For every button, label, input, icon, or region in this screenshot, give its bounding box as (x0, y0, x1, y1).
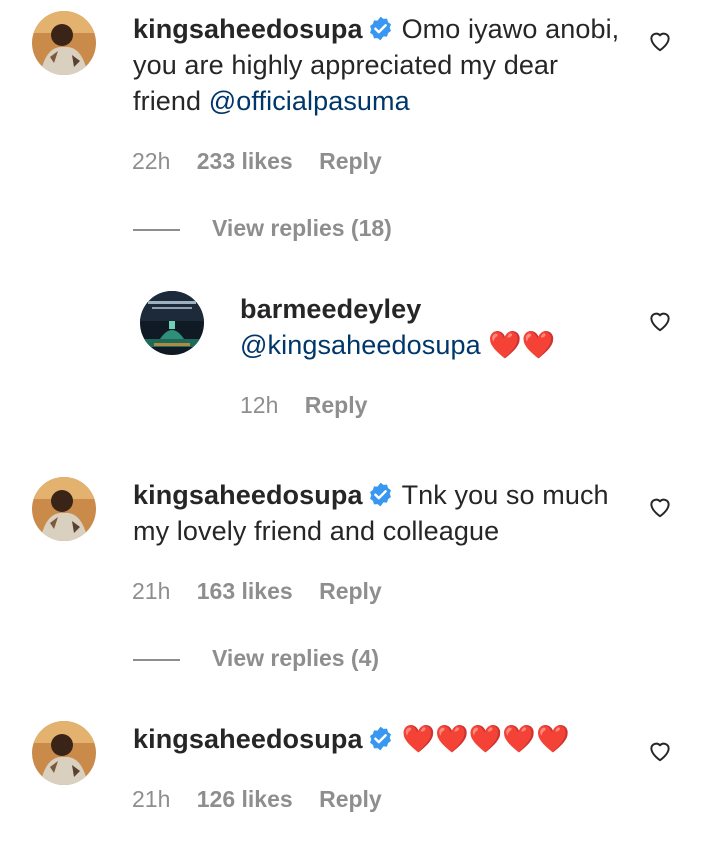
mention-link[interactable]: @kingsaheedosupa (240, 330, 481, 360)
username[interactable]: kingsaheedosupa (133, 480, 363, 510)
comment-meta: 21h 163 likes Reply (132, 576, 402, 606)
view-replies-button[interactable]: View replies (4) (133, 643, 379, 673)
username[interactable]: kingsaheedosupa (133, 724, 363, 754)
timestamp: 21h (132, 578, 171, 604)
heart-emojis: ❤️❤️❤️❤️❤️ (401, 724, 570, 754)
heart-outline-icon[interactable] (647, 28, 673, 54)
verified-badge-icon (367, 15, 394, 42)
mention-link[interactable]: @officialpasuma (209, 86, 410, 116)
reply-button[interactable]: Reply (305, 392, 368, 418)
view-replies-label: View replies (4) (212, 645, 380, 671)
username[interactable]: kingsaheedosupa (133, 14, 363, 44)
heart-outline-icon[interactable] (647, 494, 673, 520)
comment-meta: 21h 126 likes Reply (132, 784, 402, 814)
timestamp: 22h (132, 148, 171, 174)
comment-meta: 22h 233 likes Reply (132, 146, 402, 176)
timestamp: 12h (240, 392, 279, 418)
divider-line (133, 228, 180, 231)
reply-button[interactable]: Reply (319, 148, 382, 174)
avatar[interactable] (32, 11, 96, 75)
comment-text: kingsaheedosupa Omo iyawo anobi, you are … (133, 11, 633, 119)
heart-outline-icon[interactable] (647, 738, 673, 764)
comment-text: barmeedeyley @kingsaheedosupa ❤️❤️ (240, 291, 620, 363)
username[interactable]: barmeedeyley (240, 291, 620, 327)
likes-count[interactable]: 233 likes (197, 148, 293, 174)
verified-badge-icon (367, 481, 394, 508)
comment-text: kingsaheedosupa ❤️❤️❤️❤️❤️ (133, 721, 633, 757)
avatar[interactable] (140, 291, 204, 355)
heart-outline-icon[interactable] (647, 308, 673, 334)
heart-emojis: ❤️❤️ (488, 330, 556, 360)
likes-count[interactable]: 163 likes (197, 578, 293, 604)
avatar[interactable] (32, 477, 96, 541)
reply-button[interactable]: Reply (319, 578, 382, 604)
view-replies-label: View replies (18) (212, 215, 392, 241)
view-replies-button[interactable]: View replies (18) (133, 213, 392, 243)
avatar[interactable] (32, 721, 96, 785)
verified-badge-icon (367, 725, 394, 752)
reply-button[interactable]: Reply (319, 786, 382, 812)
comment-meta: 12h Reply (240, 390, 387, 420)
timestamp: 21h (132, 786, 171, 812)
likes-count[interactable]: 126 likes (197, 786, 293, 812)
comment-text: kingsaheedosupa Tnk you so much my lovely… (133, 477, 633, 549)
divider-line (133, 658, 180, 661)
